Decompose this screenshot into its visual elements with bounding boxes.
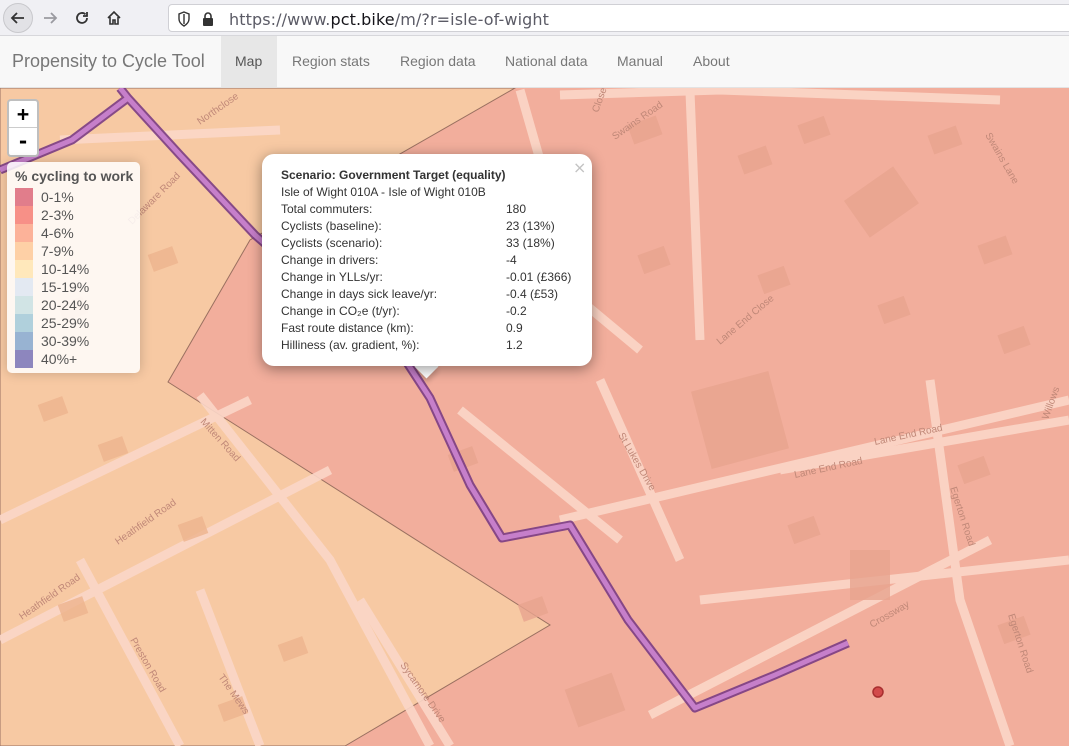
popup-key: Change in CO₂e (t/yr): — [281, 304, 400, 318]
popup-key: Fast route distance (km): — [281, 321, 414, 335]
popup-close-button[interactable]: × — [573, 158, 586, 177]
url-text[interactable]: https://www.pct.bike/m/?r=isle-of-wight — [229, 10, 549, 29]
shield-icon[interactable] — [177, 11, 191, 27]
tab-map[interactable]: Map — [221, 36, 277, 87]
tab-manual[interactable]: Manual — [603, 36, 677, 87]
legend-swatch — [15, 260, 33, 278]
popup-key: Change in YLLs/yr: — [281, 270, 383, 284]
popup-value: -0.4 (£53) — [506, 287, 559, 301]
popup-key: Cyclists (scenario): — [281, 236, 383, 250]
popup-key: Cyclists (baseline): — [281, 219, 382, 233]
popup-row: Hilliness (av. gradient, %): 1.2 — [281, 338, 581, 355]
arrow-right-icon — [44, 12, 58, 24]
zone-centroid-marker[interactable] — [872, 686, 884, 698]
legend-label: 20-24% — [41, 297, 90, 313]
popup-row: Change in days sick leave/yr: -0.4 (£53) — [281, 287, 581, 304]
popup-row: Change in YLLs/yr: -0.01 (£366) — [281, 270, 581, 287]
popup-value: 33 (18%) — [506, 236, 555, 250]
legend-swatch — [15, 206, 33, 224]
url-path: /m/?r=isle-of-wight — [394, 10, 550, 29]
back-button[interactable] — [3, 3, 33, 33]
forward-button[interactable] — [35, 3, 65, 33]
zoom-control: + - — [7, 99, 39, 157]
popup-row: Change in CO₂e (t/yr): -0.2 — [281, 304, 581, 321]
legend-swatch — [15, 314, 33, 332]
reload-icon — [76, 12, 88, 24]
reload-button[interactable] — [67, 3, 97, 33]
legend-swatch — [15, 350, 33, 368]
popup-value: 1.2 — [506, 338, 523, 352]
legend-label: 0-1% — [41, 189, 74, 205]
popup-key: Change in drivers: — [281, 253, 379, 267]
legend-label: 2-3% — [41, 207, 74, 223]
popup-key: Total commuters: — [281, 202, 373, 216]
tab-region-data[interactable]: Region data — [386, 36, 490, 87]
popup-row: Total commuters: 180 — [281, 202, 581, 219]
popup-value: -0.2 — [506, 304, 527, 318]
popup-value: 23 (13%) — [506, 219, 555, 233]
tab-region-stats[interactable]: Region stats — [278, 36, 384, 87]
legend-label: 25-29% — [41, 315, 90, 331]
popup-row: Change in drivers: -4 — [281, 253, 581, 270]
popup-value: -4 — [506, 253, 517, 267]
app-navbar: Propensity to Cycle Tool Map Region stat… — [0, 36, 1069, 88]
popup-title: Scenario: Government Target (equality) — [281, 168, 506, 182]
legend-swatch — [15, 332, 33, 350]
zoom-out-button[interactable]: - — [9, 128, 37, 155]
legend-title: % cycling to work — [15, 168, 134, 184]
home-icon — [107, 10, 121, 25]
legend-swatch — [15, 278, 33, 296]
address-bar[interactable]: https://www.pct.bike/m/?r=isle-of-wight — [168, 4, 1069, 32]
map-legend: % cycling to work 0-1% 2-3% 4-6% 7-9% 10… — [7, 162, 140, 373]
arrow-left-icon — [10, 12, 24, 24]
brand-title[interactable]: Propensity to Cycle Tool — [12, 51, 205, 72]
legend-swatch — [15, 296, 33, 314]
popup-row: Fast route distance (km): 0.9 — [281, 321, 581, 338]
url-host: pct.bike — [330, 10, 395, 29]
url-prefix: https://www. — [229, 10, 331, 29]
legend-swatch — [15, 224, 33, 242]
popup-value: 0.9 — [506, 321, 523, 335]
legend-label: 7-9% — [41, 243, 74, 259]
legend-label: 40%+ — [41, 351, 78, 367]
popup-row: Cyclists (scenario): 33 (18%) — [281, 236, 581, 253]
legend-swatch — [15, 242, 33, 260]
legend-label: 4-6% — [41, 225, 74, 241]
popup-value: -0.01 (£366) — [506, 270, 572, 284]
zoom-in-button[interactable]: + — [9, 101, 37, 128]
browser-toolbar: https://www.pct.bike/m/?r=isle-of-wight — [0, 0, 1069, 36]
popup-key: Change in days sick leave/yr: — [281, 287, 438, 301]
tab-about[interactable]: About — [679, 36, 744, 87]
popup-value: 180 — [506, 202, 527, 216]
legend-label: 15-19% — [41, 279, 90, 295]
popup-key: Hilliness (av. gradient, %): — [281, 338, 420, 352]
popup-row: Cyclists (baseline): 23 (13%) — [281, 219, 581, 236]
legend-label: 30-39% — [41, 333, 90, 349]
home-button[interactable] — [99, 3, 129, 33]
tab-national-data[interactable]: National data — [491, 36, 602, 87]
lock-icon[interactable] — [201, 11, 215, 27]
legend-swatch — [15, 188, 33, 206]
legend-label: 10-14% — [41, 261, 90, 277]
popup-subtitle: Isle of Wight 010A - Isle of Wight 010B — [281, 185, 486, 199]
